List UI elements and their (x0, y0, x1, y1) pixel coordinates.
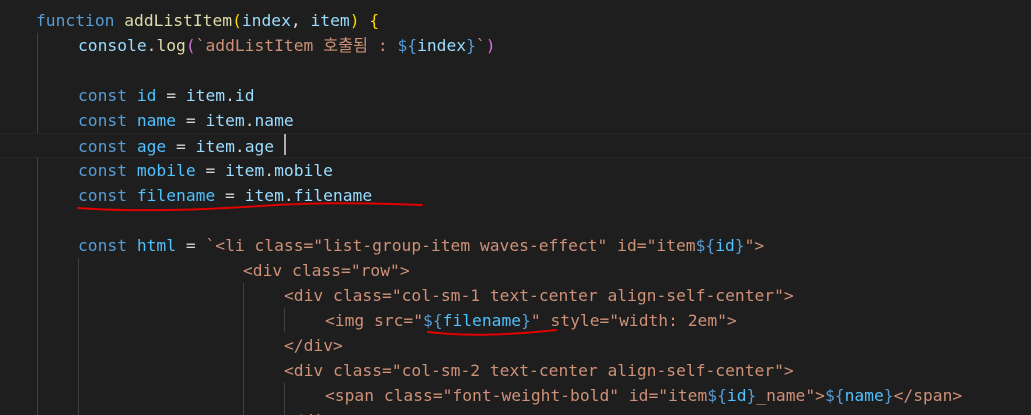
underline-filename-declaration (77, 202, 423, 212)
red-underline-annotations (77, 202, 557, 336)
underline-filename-template (427, 329, 557, 336)
code-editor[interactable]: function addListItem(index, item) {conso… (0, 0, 1031, 415)
